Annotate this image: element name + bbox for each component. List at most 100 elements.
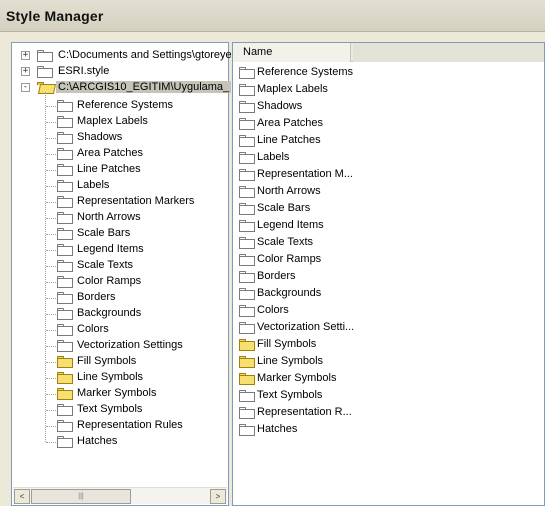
list-item-label: Labels [257,151,290,163]
list-item-label: North Arrows [257,185,321,197]
tree-child-node[interactable]: Fill Symbols [12,354,228,370]
expand-icon[interactable]: + [21,67,30,76]
folder-icon [57,308,73,320]
style-tree-panel[interactable]: < ||| > + C:\Documents and Settings\gtore… [11,42,232,506]
tree-node-label: Vectorization Settings [77,339,183,351]
folder-icon [57,356,73,368]
empty-column-header[interactable] [353,43,544,62]
tree-child-node[interactable]: Legend Items [12,242,228,258]
folder-icon [37,66,53,78]
tree-child-node[interactable]: Color Ramps [12,274,228,290]
folder-icon [57,100,73,112]
tree-child-node[interactable]: Maplex Labels [12,114,228,130]
tree-child-node[interactable]: Representation Rules [12,418,228,434]
list-item-label: Backgrounds [257,287,322,299]
folder-icon [57,420,73,432]
folder-icon [239,135,255,147]
tree-root-node[interactable]: + ESRI.style [12,64,228,80]
list-item-label: Scale Texts [257,236,314,248]
list-item[interactable]: Maplex Labels [239,82,389,99]
folder-icon [57,244,73,256]
folder-icon [57,276,73,288]
tree-child-node[interactable]: Reference Systems [12,98,228,114]
tree-child-node[interactable]: Marker Symbols [12,386,228,402]
tree-child-node[interactable]: Text Symbols [12,402,228,418]
name-column-header[interactable]: Name [233,43,351,62]
scroll-thumb[interactable]: ||| [31,489,131,504]
folder-icon [57,196,73,208]
expand-icon[interactable]: + [21,51,30,60]
list-item[interactable]: Vectorization Setti... [239,320,389,337]
folder-icon [37,50,53,62]
tree-node-label: Line Symbols [77,371,144,383]
list-item-label: Line Patches [257,134,321,146]
folder-icon [57,116,73,128]
folder-icon [239,407,255,419]
title-bar[interactable]: Style Manager [0,0,545,32]
tree-child-node[interactable]: Colors [12,322,228,338]
tree-child-node[interactable]: Labels [12,178,228,194]
tree-child-node[interactable]: Backgrounds [12,306,228,322]
list-item[interactable]: Line Symbols [239,354,389,371]
list-item-label: Shadows [257,100,303,112]
list-item[interactable]: Text Symbols [239,388,389,405]
list-item-label: Legend Items [257,219,324,231]
list-item-label: Maplex Labels [257,83,328,95]
list-item[interactable]: Representation M... [239,167,389,184]
list-item[interactable]: Borders [239,269,389,286]
list-item-label: Color Ramps [257,253,322,265]
tree-node-label: Backgrounds [77,307,142,319]
scroll-left-button[interactable]: < [14,489,30,504]
folder-icon [57,228,73,240]
list-item[interactable]: Reference Systems [239,65,389,82]
list-item[interactable]: Scale Bars [239,201,389,218]
list-item-label: Text Symbols [257,389,323,401]
collapse-icon[interactable]: - [21,83,30,92]
folder-icon [239,203,255,215]
list-item[interactable]: Line Patches [239,133,389,150]
list-item[interactable]: Representation R... [239,405,389,422]
list-item[interactable]: Scale Texts [239,235,389,252]
tree-root-node[interactable]: + C:\Documents and Settings\gtoreye [12,48,232,64]
list-item[interactable]: Fill Symbols [239,337,389,354]
folder-icon [57,388,73,400]
tree-node-label: Colors [77,323,109,335]
list-item[interactable]: North Arrows [239,184,389,201]
tree-child-node[interactable]: North Arrows [12,210,228,226]
tree-horizontal-scrollbar[interactable]: < ||| > [13,487,227,504]
style-contents-list[interactable]: Name Reference Systems Maplex Labels Shado… [232,42,545,506]
list-item[interactable]: Hatches [239,422,389,439]
folder-icon [239,118,255,130]
tree-child-node[interactable]: Area Patches [12,146,228,162]
list-item-label: Marker Symbols [257,372,337,384]
list-item[interactable]: Legend Items [239,218,389,235]
scroll-right-button[interactable]: > [210,489,226,504]
list-item[interactable]: Labels [239,150,389,167]
folder-icon [239,424,255,436]
list-item[interactable]: Area Patches [239,116,389,133]
list-item-label: Representation R... [257,406,352,418]
list-item[interactable]: Shadows [239,99,389,116]
tree-node-label: Color Ramps [77,275,142,287]
list-item-label: Representation M... [257,168,353,180]
tree-child-node[interactable]: Hatches [12,434,228,450]
tree-child-node[interactable]: Vectorization Settings [12,338,228,354]
tree-child-node[interactable]: Borders [12,290,228,306]
name-column-label: Name [243,46,273,58]
list-item[interactable]: Marker Symbols [239,371,389,388]
list-item[interactable]: Colors [239,303,389,320]
tree-child-node[interactable]: Representation Markers [12,194,228,210]
tree-child-node[interactable]: Scale Texts [12,258,228,274]
tree-child-node[interactable]: Line Patches [12,162,228,178]
list-item-label: Scale Bars [257,202,311,214]
tree-child-node[interactable]: Shadows [12,130,228,146]
folder-icon [57,372,73,384]
tree-node-label: Area Patches [77,147,144,159]
tree-child-node[interactable]: Scale Bars [12,226,228,242]
list-item[interactable]: Color Ramps [239,252,389,269]
tree-child-node[interactable]: Line Symbols [12,370,228,386]
list-item[interactable]: Backgrounds [239,286,389,303]
folder-icon [57,324,73,336]
window-title: Style Manager [6,8,104,24]
list-item-label: Vectorization Setti... [257,321,355,333]
